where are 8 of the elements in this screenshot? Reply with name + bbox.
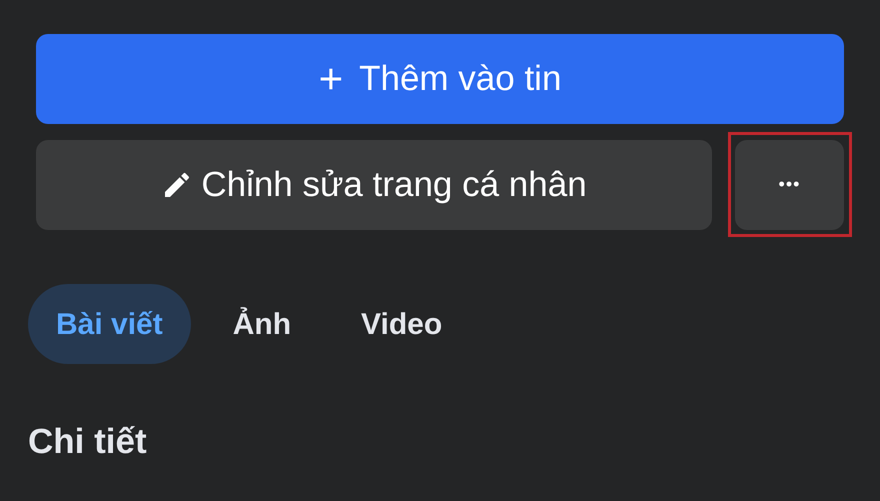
edit-profile-button[interactable]: Chỉnh sửa trang cá nhân xyxy=(36,140,712,230)
more-button[interactable]: ••• xyxy=(735,140,844,230)
tab[interactable]: Ảnh xyxy=(204,284,320,364)
tab[interactable]: Bài viết xyxy=(28,284,191,364)
plus-icon: + xyxy=(318,58,344,100)
section-title: Chi tiết xyxy=(28,421,148,463)
tab[interactable]: Video xyxy=(333,284,470,364)
add-story-button[interactable]: + Thêm vào tin xyxy=(36,34,844,124)
